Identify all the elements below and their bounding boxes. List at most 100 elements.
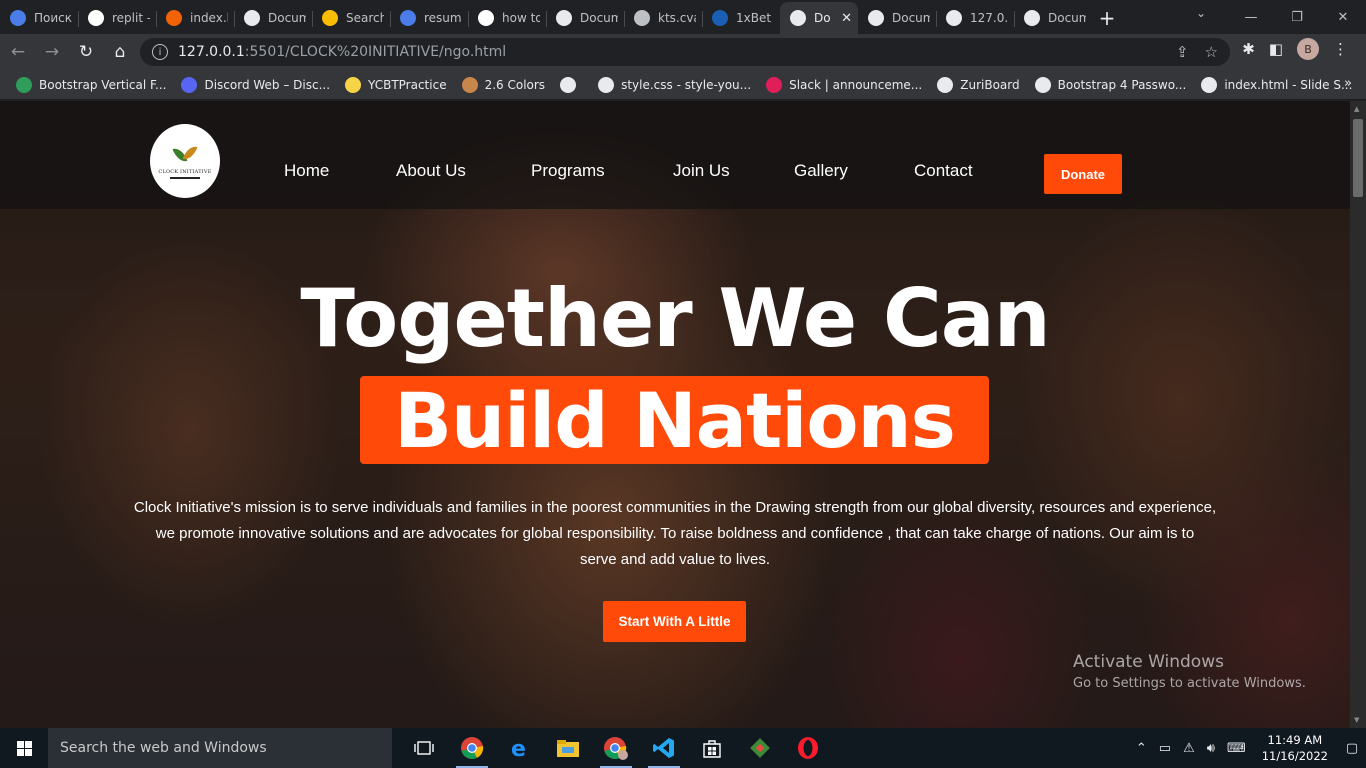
store-icon[interactable]	[688, 728, 736, 768]
bookmark-item[interactable]: Discord Web – Disc...	[181, 76, 330, 93]
bookmark-star-icon[interactable]: ☆	[1205, 43, 1218, 61]
bookmark-item[interactable]: Bootstrap 4 Passwo...	[1034, 76, 1186, 93]
bookmark-item[interactable]: index.html - Slide S...	[1201, 76, 1352, 93]
bookmark-label: Slack | announceme...	[789, 77, 923, 92]
minimize-button[interactable]: —	[1228, 0, 1274, 34]
vscode-icon[interactable]	[640, 728, 688, 768]
tab-title: index.h	[190, 11, 228, 25]
bookmark-item[interactable]: Slack | announceme...	[766, 76, 923, 93]
site-logo[interactable]: CLOCK INITIATIVE	[150, 124, 220, 198]
nav-gallery[interactable]: Gallery	[794, 161, 848, 181]
maximize-button[interactable]: ❐	[1274, 0, 1320, 34]
browser-tab[interactable]: resume	[390, 2, 468, 34]
bookmark-label: YCBTPractice	[368, 77, 447, 92]
tab-title: Do	[814, 11, 831, 25]
close-tab-icon[interactable]: ✕	[841, 11, 852, 26]
extensions-icon[interactable]: ✱	[1242, 40, 1255, 58]
watermark-subtitle: Go to Settings to activate Windows.	[1073, 676, 1306, 691]
bookmark-item[interactable]: YCBTPractice	[345, 76, 447, 93]
bookmark-item[interactable]: Bootstrap Vertical F...	[16, 76, 166, 93]
nav-join[interactable]: Join Us	[673, 161, 730, 181]
browser-tab[interactable]: kts.cva	[624, 2, 702, 34]
tab-title: Docum	[268, 11, 306, 25]
site-info-icon[interactable]: i	[152, 44, 168, 60]
system-tray: ⌃ ▭ ⚠ 🔊︎ ⌨ 11:49 AM 11/16/2022 ▢	[1136, 728, 1366, 768]
browser-tab[interactable]: Поиск	[0, 2, 78, 34]
discord-icon	[181, 76, 198, 93]
mission-line: serve and add value to lives.	[579, 551, 771, 568]
opera-icon[interactable]	[784, 728, 832, 768]
browser-tab[interactable]: replit -	[78, 2, 156, 34]
tab-search-icon[interactable]: ⌄	[1196, 6, 1206, 20]
browser-tab[interactable]: index.h	[156, 2, 234, 34]
donate-button[interactable]: Donate	[1044, 154, 1122, 194]
volume-icon[interactable]: 🔊︎	[1207, 741, 1215, 756]
bookmark-item[interactable]: ZuriBoard	[937, 76, 1020, 93]
scroll-down-icon[interactable]: ▼	[1354, 716, 1359, 724]
bookmark-item[interactable]	[560, 76, 583, 93]
browser-tab[interactable]: 127.0.0	[936, 2, 1014, 34]
action-center-icon[interactable]: ▢	[1338, 728, 1366, 768]
nav-home[interactable]: Home	[284, 161, 329, 181]
activate-windows-watermark: Activate Windows Go to Settings to activ…	[1073, 652, 1306, 691]
browser-menu-icon[interactable]: ⋮	[1333, 40, 1348, 58]
page-scrollbar[interactable]: ▲ ▼	[1350, 101, 1366, 728]
chrome-icon[interactable]	[448, 728, 496, 768]
home-button[interactable]: ⌂	[104, 36, 136, 68]
nav-programs[interactable]: Programs	[531, 161, 605, 181]
codepen-icon	[1034, 76, 1051, 93]
keyboard-icon[interactable]: ⌨	[1227, 741, 1246, 756]
back-arrow-icon: ←	[10, 42, 26, 62]
bookmark-item[interactable]: style.css - style-you...	[598, 76, 751, 93]
browser-tab[interactable]: 1xBet	[702, 2, 780, 34]
logo-underline	[170, 177, 200, 179]
battery-icon[interactable]: ▭	[1159, 741, 1171, 756]
leaf-icon	[172, 143, 198, 167]
new-tab-button[interactable]: +	[1092, 2, 1122, 34]
file-explorer-icon[interactable]	[544, 728, 592, 768]
browser-tab[interactable]: Search	[312, 2, 390, 34]
globe-icon	[790, 10, 806, 26]
git-icon[interactable]	[736, 728, 784, 768]
browser-tab[interactable]: Docum	[234, 2, 312, 34]
browser-tab[interactable]: Docum	[858, 2, 936, 34]
globe-icon	[556, 10, 572, 26]
back-button[interactable]: ←	[2, 36, 34, 68]
taskbar-clock[interactable]: 11:49 AM 11/16/2022	[1262, 732, 1328, 764]
start-button[interactable]	[0, 728, 48, 768]
start-with-a-little-button[interactable]: Start With A Little	[603, 601, 746, 642]
share-icon[interactable]: ⇪	[1176, 43, 1189, 61]
bookmark-item[interactable]: 2.6 Colors	[461, 76, 546, 93]
avatar-icon	[461, 76, 478, 93]
close-window-button[interactable]: ✕	[1320, 0, 1366, 34]
chrome-profile-icon[interactable]	[592, 728, 640, 768]
scroll-up-icon[interactable]: ▲	[1354, 105, 1359, 113]
browser-tab[interactable]: Do ✕	[780, 2, 858, 34]
nav-contact[interactable]: Contact	[914, 161, 973, 181]
scrollbar-thumb[interactable]	[1353, 119, 1363, 197]
profile-avatar[interactable]: B	[1297, 38, 1319, 60]
browser-tab[interactable]: how to	[468, 2, 546, 34]
browser-tab[interactable]: Docum	[546, 2, 624, 34]
browser-tab[interactable]: Docum	[1014, 2, 1092, 34]
page-viewport: CLOCK INITIATIVE Home About Us Programs …	[0, 101, 1350, 728]
globe-icon	[1024, 10, 1040, 26]
edge-icon[interactable]: e	[496, 728, 544, 768]
taskbar-search[interactable]: Search the web and Windows	[48, 728, 392, 768]
nav-about[interactable]: About Us	[396, 161, 466, 181]
side-panel-icon[interactable]: ◧	[1269, 40, 1283, 58]
reload-icon: ↻	[78, 42, 94, 62]
more-bookmarks-icon[interactable]: »	[1344, 76, 1352, 91]
bookmark-label: 2.6 Colors	[484, 77, 546, 92]
tab-title: Search	[346, 11, 384, 25]
show-hidden-icons-icon[interactable]: ⌃	[1136, 741, 1147, 756]
bookmark-label: ZuriBoard	[960, 77, 1020, 92]
reload-button[interactable]: ↻	[70, 36, 102, 68]
address-bar[interactable]: i 127.0.0.1:5501/CLOCK%20INITIATIVE/ngo.…	[140, 38, 1230, 66]
task-view-icon[interactable]	[400, 728, 448, 768]
google-drive-icon	[322, 10, 338, 26]
tab-title: resume	[424, 11, 462, 25]
network-icon[interactable]: ⚠	[1183, 741, 1195, 756]
tab-title: Docum	[1048, 11, 1086, 25]
forward-button[interactable]: →	[36, 36, 68, 68]
